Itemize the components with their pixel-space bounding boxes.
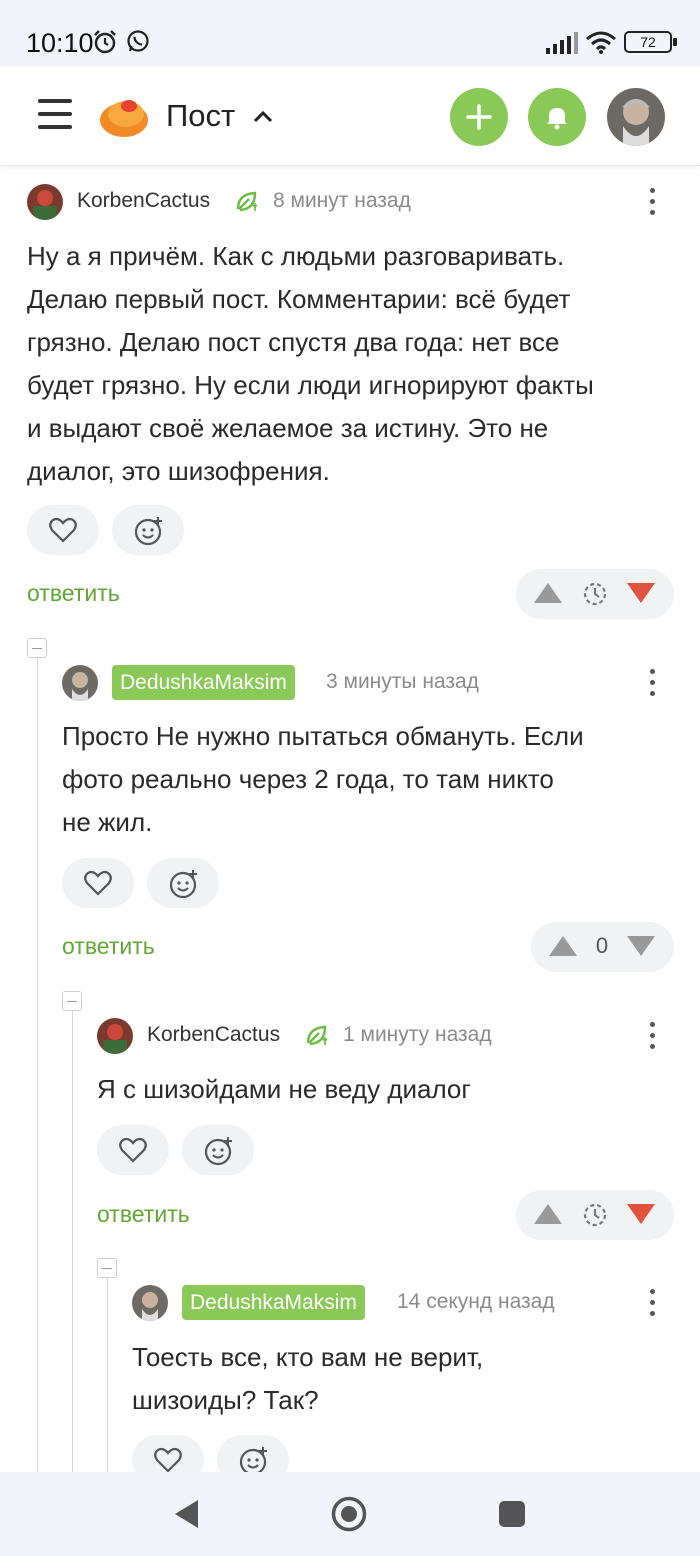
- home-icon[interactable]: [331, 1496, 367, 1532]
- clock-icon: [583, 582, 607, 606]
- add-emoji-icon: [204, 1137, 232, 1166]
- avatar[interactable]: [97, 1018, 133, 1054]
- clock-icon: [583, 1203, 607, 1227]
- page-title[interactable]: Пост: [166, 98, 235, 134]
- author-badge[interactable]: DedushkaMaksim: [112, 665, 295, 700]
- leaf-badge-icon: [236, 191, 258, 212]
- signal-icon: [546, 32, 578, 54]
- notifications-button[interactable]: [528, 88, 586, 146]
- menu-icon[interactable]: [38, 99, 72, 133]
- reply-link[interactable]: ответить: [62, 933, 155, 960]
- heart-icon: [49, 517, 77, 543]
- timestamp: 8 минут назад: [273, 189, 411, 212]
- comment-text: Я с шизойдами не веду диалог: [97, 1074, 471, 1104]
- leaf-badge-icon: [306, 1025, 328, 1046]
- pikabu-logo[interactable]: [98, 90, 150, 142]
- back-icon[interactable]: [172, 1498, 200, 1530]
- like-button[interactable]: [62, 858, 134, 908]
- upvote-icon[interactable]: [533, 1202, 563, 1226]
- system-nav-bar: [0, 1472, 700, 1556]
- more-options-icon[interactable]: [647, 188, 657, 218]
- heart-icon: [154, 1447, 182, 1473]
- whatsapp-icon: [127, 30, 149, 52]
- avatar[interactable]: [27, 184, 63, 220]
- timestamp: 14 секунд назад: [397, 1290, 555, 1313]
- upvote-icon[interactable]: [533, 581, 563, 605]
- like-button[interactable]: [97, 1125, 169, 1175]
- plus-icon: [466, 104, 492, 130]
- avatar[interactable]: [132, 1285, 168, 1321]
- profile-avatar[interactable]: [607, 88, 665, 146]
- heart-icon: [119, 1137, 147, 1163]
- comment-text: Просто Не нужно пытаться обмануть. Если …: [62, 721, 584, 837]
- reply-link[interactable]: ответить: [27, 580, 120, 607]
- collapse-button[interactable]: [97, 1258, 117, 1278]
- more-options-icon[interactable]: [647, 1022, 657, 1052]
- downvote-icon[interactable]: [626, 581, 656, 605]
- vote-box: 0: [531, 922, 674, 972]
- wifi-icon: [586, 31, 616, 54]
- downvote-icon[interactable]: [626, 934, 656, 958]
- like-button[interactable]: [27, 505, 99, 555]
- timestamp: 3 минуты назад: [326, 670, 479, 693]
- add-emoji-icon: [134, 517, 162, 546]
- username[interactable]: KorbenCactus: [77, 189, 210, 213]
- reaction-button[interactable]: [147, 858, 219, 908]
- more-options-icon[interactable]: [647, 1289, 657, 1319]
- reply-link[interactable]: ответить: [97, 1201, 190, 1228]
- reaction-button[interactable]: [112, 505, 184, 555]
- vote-box: [516, 569, 674, 619]
- timestamp: 1 минуту назад: [343, 1023, 492, 1046]
- more-options-icon[interactable]: [647, 669, 657, 699]
- app-header: Пост: [0, 66, 700, 166]
- vote-box: [516, 1190, 674, 1240]
- add-post-button[interactable]: [450, 88, 508, 146]
- upvote-icon[interactable]: [548, 934, 578, 958]
- thread-line: [37, 657, 38, 1472]
- recents-icon[interactable]: [498, 1500, 526, 1528]
- status-bar: 10:10 72: [0, 0, 700, 66]
- heart-icon: [84, 870, 112, 896]
- battery-icon: 72: [624, 31, 677, 53]
- comment-text: Тоесть все, кто вам не верит, шизоиды? Т…: [132, 1342, 484, 1415]
- status-time: 10:10: [26, 28, 94, 58]
- downvote-icon[interactable]: [626, 1202, 656, 1226]
- collapse-button[interactable]: [27, 638, 47, 658]
- add-emoji-icon: [169, 870, 197, 899]
- chevron-up-icon[interactable]: [250, 104, 276, 130]
- rating-value: 0: [595, 933, 609, 958]
- username[interactable]: KorbenCactus: [147, 1023, 280, 1047]
- reaction-button[interactable]: [182, 1125, 254, 1175]
- battery-level: 72: [640, 34, 656, 50]
- collapse-button[interactable]: [62, 991, 82, 1011]
- thread-line: [107, 1277, 108, 1472]
- author-badge[interactable]: DedushkaMaksim: [182, 1285, 365, 1320]
- thread-line: [72, 1010, 73, 1472]
- bell-icon: [547, 108, 567, 130]
- comment-text: Ну а я причём. Как с людьми разговариват…: [27, 241, 594, 486]
- avatar[interactable]: [62, 665, 98, 701]
- alarm-icon: [94, 30, 116, 54]
